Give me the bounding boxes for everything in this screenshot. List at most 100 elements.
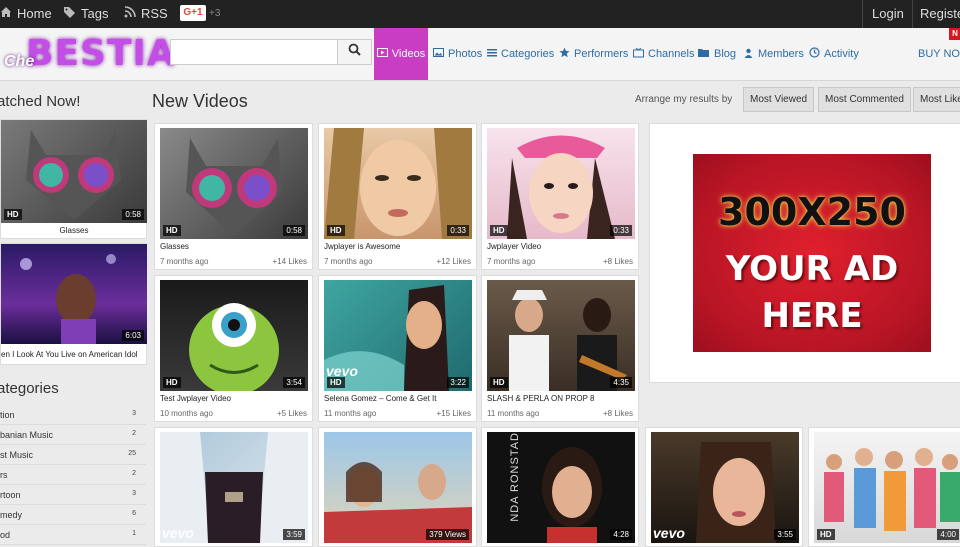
rss-link[interactable]: RSS (124, 0, 168, 28)
video-age: 10 months ago (160, 409, 213, 418)
nav-categories[interactable]: Categories (487, 28, 554, 80)
category-row[interactable]: od 1 (0, 525, 146, 545)
video-thumbnail[interactable]: HD 3:54 (160, 280, 308, 391)
video-thumbnail[interactable]: HD 4:35 (487, 280, 635, 391)
video-card[interactable]: HD 0:33 Jwplayer Video 7 months ago +8 L… (481, 123, 639, 270)
video-title[interactable]: Test Jwplayer Video (160, 394, 308, 403)
home-link[interactable]: Home (0, 0, 52, 28)
video-title[interactable]: Jwplayer Video (487, 242, 635, 251)
being-watched-title: atched Now! (0, 93, 81, 110)
ad-text-line: HERE (761, 296, 863, 336)
page-title: New Videos (152, 91, 248, 111)
video-card[interactable]: vevo 3:55 (645, 427, 803, 547)
nav-photos[interactable]: Photos (433, 28, 482, 80)
nav-videos[interactable]: Videos (374, 28, 428, 80)
divider (912, 0, 913, 28)
google-plus-count: +3 (209, 8, 221, 19)
video-title[interactable]: Glasses (160, 242, 308, 251)
video-thumbnail[interactable]: HD 0:33 (324, 128, 472, 239)
video-card[interactable]: vevo HD 3:22 Selena Gomez – Come & Get I… (318, 275, 477, 422)
duration-badge: 4:35 (610, 377, 632, 388)
folder-icon (698, 48, 710, 60)
category-row[interactable]: tion 3 (0, 405, 146, 425)
video-age: 11 months ago (487, 409, 540, 418)
nav-activity[interactable]: Activity (809, 28, 859, 80)
register-link[interactable]: Registe (920, 0, 960, 28)
video-likes: +5 Likes (276, 409, 307, 418)
duration-badge: 4:00 (937, 529, 959, 540)
video-likes: +12 Likes (436, 257, 471, 266)
duration-badge: 6:03 (122, 330, 144, 341)
category-row[interactable]: medy 6 (0, 505, 146, 525)
duration-badge: 3:55 (774, 529, 796, 540)
google-plus-button[interactable]: G+1 (180, 5, 206, 21)
duration-badge: 0:58 (122, 209, 144, 220)
video-title[interactable]: Selena Gomez – Come & Get It (324, 394, 472, 403)
video-thumbnail[interactable]: NDA RONSTAD 4:28 (487, 432, 635, 543)
video-title[interactable]: Glasses (1, 226, 147, 235)
video-card[interactable]: HD 0:33 Jwplayer is Awesome 7 months ago… (318, 123, 477, 270)
performers-stage-thumbnail (509, 290, 627, 391)
video-card[interactable]: NDA RONSTAD 4:28 (481, 427, 639, 547)
duration-badge: 0:33 (610, 225, 632, 236)
category-row[interactable]: rs 2 (0, 465, 146, 485)
nav-blog[interactable]: Blog (698, 28, 736, 80)
video-thumbnail[interactable]: vevo 3:59 (160, 432, 308, 543)
nav-channels[interactable]: Channels (633, 28, 694, 80)
ad-text-line: YOUR AD (725, 249, 899, 289)
search-icon (348, 43, 361, 61)
hd-badge: HD (327, 225, 345, 236)
sort-most-liked-button[interactable]: Most Like (913, 87, 960, 112)
hd-badge: HD (490, 225, 508, 236)
category-row[interactable]: banian Music 2 (0, 425, 146, 445)
video-thumbnail[interactable]: 379 Views (324, 432, 472, 543)
video-card[interactable]: HD 4:00 (808, 427, 960, 547)
site-logo[interactable]: BESTIA Che (0, 33, 175, 77)
video-card[interactable]: HD 0:58 Glasses 7 months ago +14 Likes (154, 123, 313, 270)
vevo-logo: vevo (162, 525, 194, 541)
video-age: 11 months ago (324, 409, 377, 418)
logo-text: BESTIA (26, 33, 176, 74)
tags-link[interactable]: Tags (63, 0, 108, 28)
nav-members[interactable]: Members (743, 28, 804, 80)
video-title[interactable]: en I Look At You Live on American Idol (1, 350, 147, 359)
video-likes: +8 Likes (602, 409, 633, 418)
sort-most-viewed-button[interactable]: Most Viewed (743, 87, 815, 112)
video-card[interactable]: HD 4:35 SLASH & PERLA ON PROP 8 11 month… (481, 275, 639, 422)
watched-video-card[interactable]: 6:03 en I Look At You Live on American I… (0, 243, 147, 365)
video-title[interactable]: SLASH & PERLA ON PROP 8 (487, 394, 635, 403)
cat-glasses-thumbnail (26, 130, 121, 220)
ad-banner[interactable]: 300X250 YOUR AD HERE (693, 154, 931, 352)
video-thumbnail[interactable]: vevo 3:55 (651, 432, 799, 543)
video-age: 7 months ago (160, 257, 209, 266)
sort-most-commented-button[interactable]: Most Commented (818, 87, 911, 112)
video-thumbnail[interactable]: 6:03 (1, 244, 147, 344)
views-badge: 379 Views (426, 529, 469, 540)
search-input[interactable] (170, 39, 338, 65)
tv-icon (633, 47, 644, 61)
login-link[interactable]: Login (872, 0, 904, 28)
video-card[interactable]: HD 3:54 Test Jwplayer Video 10 months ag… (154, 275, 313, 422)
watched-video-card[interactable]: HD 0:58 Glasses (0, 119, 147, 239)
categories-title: ategories (0, 380, 59, 397)
category-row[interactable]: st Music 25 (0, 445, 146, 465)
nav-performers[interactable]: Performers (559, 28, 628, 80)
video-card[interactable]: 379 Views (318, 427, 477, 547)
members-icon (743, 48, 754, 61)
video-thumbnail[interactable]: vevo HD 3:22 (324, 280, 472, 391)
video-thumbnail[interactable]: HD 0:58 (1, 120, 147, 223)
video-thumbnail[interactable]: HD 0:58 (160, 128, 308, 239)
duration-badge: 0:33 (447, 225, 469, 236)
group-crowd-thumbnail (824, 448, 960, 531)
girl-pink-cap-thumbnail (507, 135, 615, 239)
video-thumbnail[interactable]: HD 4:00 (814, 432, 960, 543)
video-title[interactable]: Jwplayer is Awesome (324, 242, 472, 251)
hd-badge: HD (163, 377, 181, 388)
search-button[interactable] (338, 39, 372, 65)
category-row[interactable]: rtoon 3 (0, 485, 146, 505)
hd-badge: HD (163, 225, 181, 236)
video-card[interactable]: vevo 3:59 (154, 427, 313, 547)
video-thumbnail[interactable]: HD 0:33 (487, 128, 635, 239)
list-icon (487, 48, 497, 60)
car-people-thumbnail (324, 462, 472, 543)
